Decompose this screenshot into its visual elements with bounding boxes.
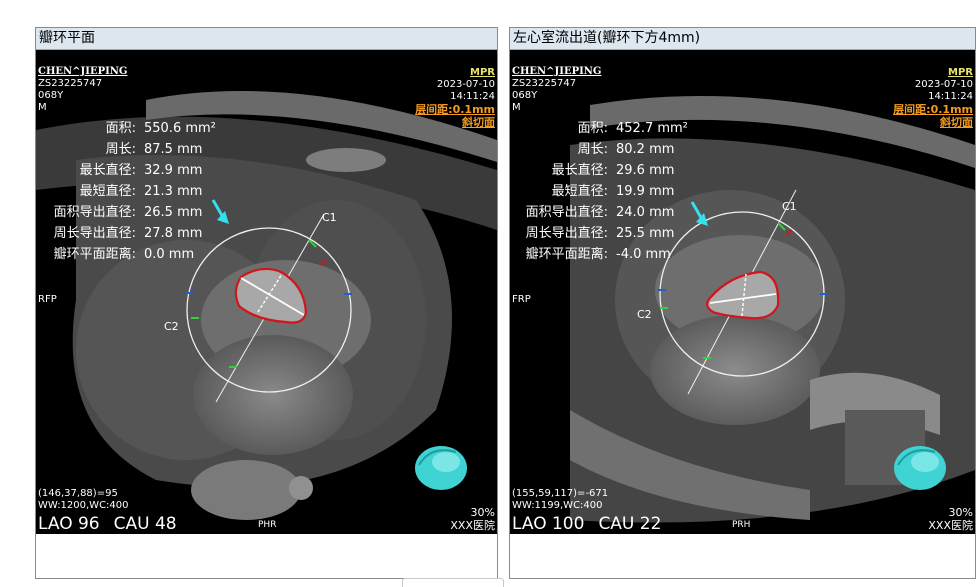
measure-value: 24.0 mm [616,205,675,220]
measure-label: 瓣环平面距离: [525,247,608,262]
study-date: 2023-07-10 [914,79,973,90]
measure-label: 最短直径: [551,184,608,199]
viewport-panel-annulus[interactable]: 瓣环平面 CHEN^JIEPING ZS23225747 068Y M MPR … [35,27,498,579]
side-orientation-label: RFP [38,294,57,305]
3d-model-thumbnail [894,446,946,490]
patient-sex: M [512,102,521,113]
study-time: 14:11:24 [928,91,973,102]
panel-footer [36,534,497,578]
measure-label: 瓣环平面距离: [53,247,136,262]
measure-label: 面积: [105,121,136,136]
study-info: MPR 2023-07-10 14:11:24 层间距:0.1mm 斜切面 [893,67,973,129]
view-angles: LAO 100 CAU 22 [512,514,675,534]
study-info: MPR 2023-07-10 14:11:24 层间距:0.1mm 斜切面 [415,67,495,129]
c1-handle[interactable]: C1 [782,200,797,213]
measure-value: 32.9 mm [144,163,203,178]
measurement-list: 面积: 550.6 mm² 周长: 87.5 mm 最长直径: 32.9 mm 最短直… [36,118,216,265]
measure-label: 周长: [105,142,136,157]
patient-age: 068Y [38,90,64,101]
measure-label: 面积导出直径: [53,205,136,220]
measure-label: 最长直径: [551,163,608,178]
zoom-level: 30% [948,506,973,519]
measure-value: 26.5 mm [144,205,203,220]
study-date: 2023-07-10 [436,79,495,90]
panel-footer [510,534,975,578]
measure-label: 面积: [577,121,608,136]
pixel-window-info: (146,37,88)=95 WW:1200,WC:400 [38,488,129,512]
measure-value: 550.6 mm² [144,121,216,136]
3d-model-thumbnail [415,446,467,490]
patient-age: 068Y [512,90,538,101]
measure-label: 周长导出直径: [525,226,608,241]
measure-value: 0.0 mm [144,247,195,262]
patient-id: ZS23225747 [512,78,577,89]
mpr-label[interactable]: MPR [415,67,495,79]
hospital-name: XXX医院 [928,519,973,532]
view-angles: LAO 96 CAU 48 [38,514,191,534]
measure-value: -4.0 mm [616,247,671,262]
zoom-level: 30% [470,506,495,519]
measure-label: 最短直径: [79,184,136,199]
pixel-value: (155,59,117)=-671 [512,488,609,499]
measure-value: 29.6 mm [616,163,675,178]
oblique-plane-link[interactable]: 斜切面 [415,116,495,129]
c1-handle[interactable]: C1 [322,211,337,224]
study-time: 14:11:24 [450,91,495,102]
cau-angle: CAU 48 [113,514,177,534]
patient-name: CHEN^JIEPING [512,66,602,77]
oblique-plane-link[interactable]: 斜切面 [893,116,973,129]
viewport-panel-lvot[interactable]: 左心室流出道(瓣环下方4mm) CHEN^JIEPING ZS23225747 … [509,27,976,579]
zoom-hospital: 30% XXX医院 [928,506,973,532]
ct-viewport[interactable]: CHEN^JIEPING ZS23225747 068Y M MPR 2023-… [510,50,975,534]
pixel-value: (146,37,88)=95 [38,488,118,499]
zoom-hospital: 30% XXX医院 [450,506,495,532]
slice-spacing-link[interactable]: 层间距:0.1mm [415,103,495,116]
measure-value: 21.3 mm [144,184,203,199]
window-level: WW:1200,WC:400 [38,500,129,511]
measure-label: 最长直径: [79,163,136,178]
patient-sex: M [38,102,47,113]
pixel-window-info: (155,59,117)=-671 WW:1199,WC:400 [512,488,608,512]
c2-handle[interactable]: C2 [164,320,179,333]
bottom-scroll-tab[interactable] [402,578,504,587]
patient-name: CHEN^JIEPING [38,66,128,77]
orientation-label: PHR [258,520,277,530]
lao-angle: LAO 96 [38,514,100,534]
panel-title: 瓣环平面 [36,28,497,50]
side-orientation-label: FRP [512,294,531,305]
measure-value: 25.5 mm [616,226,675,241]
slice-spacing-link[interactable]: 层间距:0.1mm [893,103,973,116]
measure-value: 452.7 mm² [616,121,688,136]
measurement-list: 面积: 452.7 mm² 周长: 80.2 mm 最长直径: 29.6 mm 最短直… [510,118,688,265]
measure-label: 周长导出直径: [53,226,136,241]
ct-viewport[interactable]: CHEN^JIEPING ZS23225747 068Y M MPR 2023-… [36,50,497,534]
panel-title: 左心室流出道(瓣环下方4mm) [510,28,975,50]
mpr-label[interactable]: MPR [893,67,973,79]
measure-value: 80.2 mm [616,142,675,157]
lao-angle: LAO 100 [512,514,585,534]
patient-info: CHEN^JIEPING ZS23225747 068Y M [512,66,601,114]
hospital-name: XXX医院 [450,519,495,532]
measure-label: 面积导出直径: [525,205,608,220]
measure-value: 87.5 mm [144,142,203,157]
patient-info: CHEN^JIEPING ZS23225747 068Y M [38,66,127,114]
measure-value: 27.8 mm [144,226,203,241]
window-level: WW:1199,WC:400 [512,500,603,511]
patient-id: ZS23225747 [38,78,103,89]
measure-value: 19.9 mm [616,184,675,199]
cau-angle: CAU 22 [598,514,662,534]
orientation-label: PRH [732,520,751,530]
measure-label: 周长: [577,142,608,157]
c2-handle[interactable]: C2 [637,308,652,321]
